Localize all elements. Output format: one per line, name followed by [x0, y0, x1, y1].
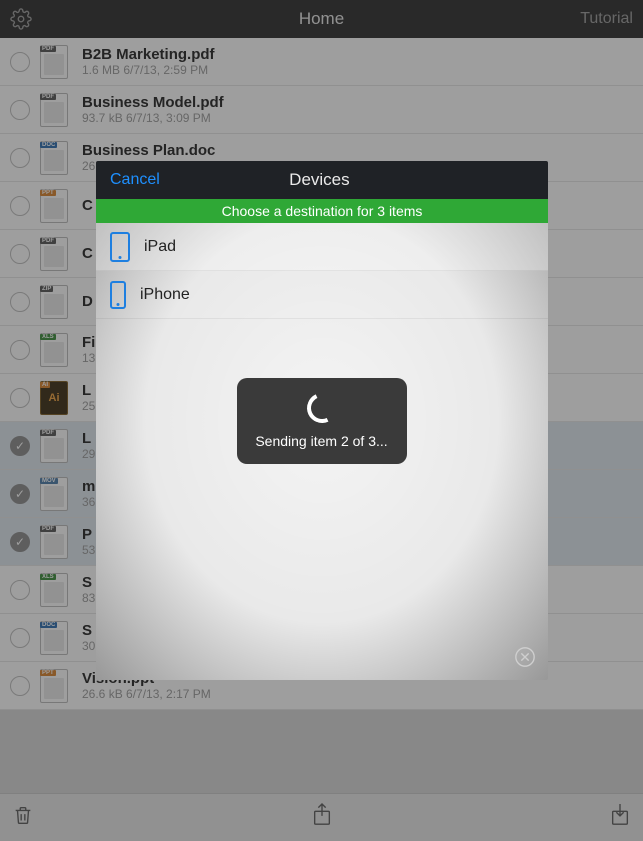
progress-hud: Sending item 2 of 3... [237, 378, 407, 464]
modal-banner: Choose a destination for 3 items [96, 199, 548, 223]
modal-header: Cancel Devices [96, 161, 548, 199]
close-button[interactable] [514, 646, 536, 668]
device-row[interactable]: iPad [96, 223, 548, 271]
device-row[interactable]: iPhone [96, 271, 548, 319]
phone-icon [110, 281, 126, 309]
cancel-button[interactable]: Cancel [110, 171, 160, 189]
device-label: iPhone [140, 286, 190, 304]
device-label: iPad [144, 238, 176, 256]
modal-title: Devices [289, 170, 349, 190]
tablet-icon [110, 232, 130, 262]
close-icon [514, 646, 536, 668]
spinner-icon [302, 389, 340, 427]
hud-text: Sending item 2 of 3... [255, 433, 387, 449]
device-list: iPad iPhone [96, 223, 548, 319]
